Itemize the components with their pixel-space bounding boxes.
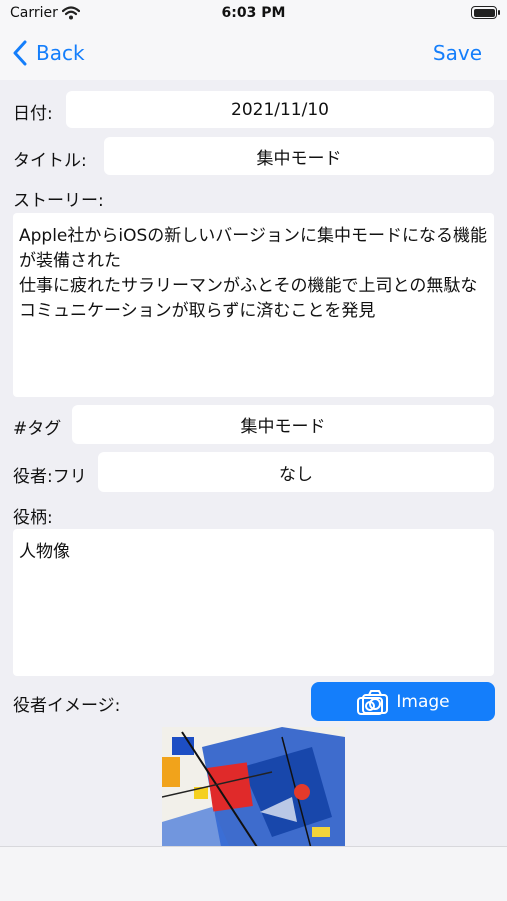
title-field[interactable]: 集中モード	[104, 137, 494, 175]
actor-photo	[162, 727, 345, 852]
actor-field[interactable]: なし	[98, 452, 494, 492]
actor-image-label: 役者イメージ:	[13, 696, 121, 716]
save-button[interactable]: Save	[433, 41, 482, 65]
chevron-left-icon	[13, 40, 27, 66]
status-time: 6:03 PM	[221, 5, 286, 21]
tag-field[interactable]: 集中モード	[72, 405, 494, 444]
story-label: ストーリー:	[13, 191, 104, 211]
role-label: 役柄:	[13, 508, 53, 528]
tag-label: #タグ	[13, 419, 62, 439]
camera-icon	[357, 689, 389, 715]
battery-icon	[471, 6, 500, 19]
image-button-label: Image	[396, 691, 450, 712]
image-button[interactable]: Image	[311, 682, 495, 721]
bottom-toolbar	[0, 846, 507, 901]
navigation-bar: Back Save	[0, 28, 507, 80]
role-textarea[interactable]: 人物像	[13, 529, 494, 676]
status-bar: Carrier 6:03 PM	[0, 0, 507, 28]
back-button[interactable]: Back	[12, 38, 85, 68]
back-button-label: Back	[36, 41, 85, 65]
date-field[interactable]: 2021/11/10	[66, 91, 494, 128]
title-label: タイトル:	[13, 151, 87, 171]
date-label: 日付:	[13, 104, 53, 124]
actor-label: 役者:フリ	[13, 467, 87, 487]
story-textarea[interactable]: Apple社からiOSの新しいバージョンに集中モードになる機能が装備された 仕事…	[13, 213, 494, 397]
